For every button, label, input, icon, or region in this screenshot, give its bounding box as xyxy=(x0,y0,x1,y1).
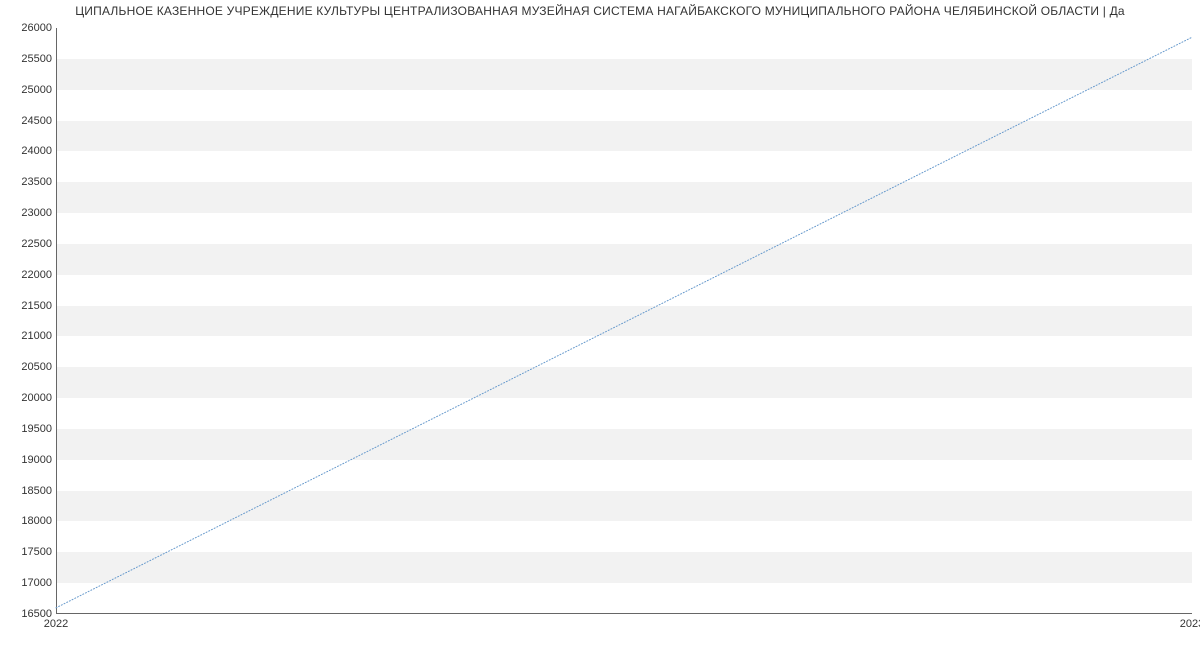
chart-container: ЦИПАЛЬНОЕ КАЗЕННОЕ УЧРЕЖДЕНИЕ КУЛЬТУРЫ Ц… xyxy=(0,0,1200,650)
y-tick-label: 18000 xyxy=(21,515,52,527)
x-tick-label: 2023 xyxy=(1180,618,1200,630)
y-tick-label: 24000 xyxy=(21,145,52,157)
y-tick-label: 19500 xyxy=(21,423,52,435)
y-tick-label: 22500 xyxy=(21,238,52,250)
y-tick-label: 17000 xyxy=(21,577,52,589)
y-tick-label: 23000 xyxy=(21,207,52,219)
y-tick-label: 20500 xyxy=(21,361,52,373)
y-tick-label: 23500 xyxy=(21,176,52,188)
line-layer xyxy=(56,28,1192,614)
x-tick-label: 2022 xyxy=(44,618,68,630)
y-tick-label: 21500 xyxy=(21,300,52,312)
y-tick-label: 18500 xyxy=(21,485,52,497)
series-line xyxy=(56,37,1192,608)
plot-area xyxy=(56,28,1192,614)
y-tick-label: 20000 xyxy=(21,392,52,404)
chart-title: ЦИПАЛЬНОЕ КАЗЕННОЕ УЧРЕЖДЕНИЕ КУЛЬТУРЫ Ц… xyxy=(75,4,1125,18)
y-tick-label: 26000 xyxy=(21,22,52,34)
y-tick-label: 21000 xyxy=(21,330,52,342)
y-tick-label: 25000 xyxy=(21,84,52,96)
y-tick-label: 24500 xyxy=(21,115,52,127)
y-tick-label: 25500 xyxy=(21,53,52,65)
y-tick-label: 22000 xyxy=(21,269,52,281)
y-tick-label: 19000 xyxy=(21,454,52,466)
y-tick-label: 17500 xyxy=(21,546,52,558)
